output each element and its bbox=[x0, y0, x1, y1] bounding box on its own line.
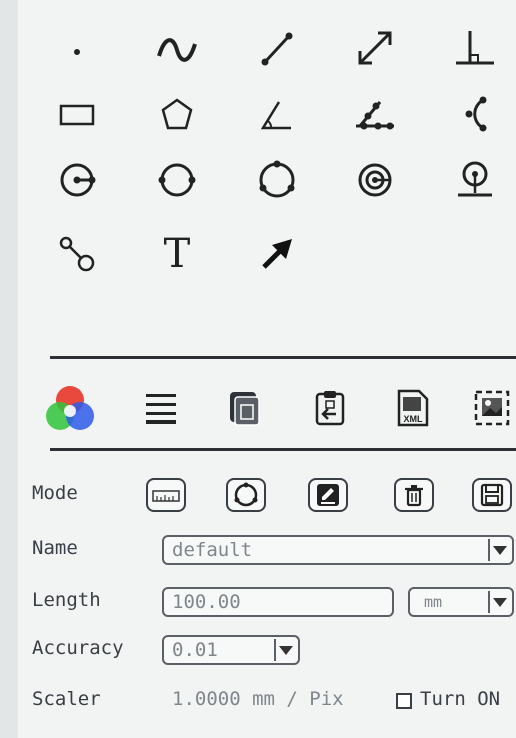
length-row: Length 100.00 mm bbox=[32, 585, 516, 619]
chevron-down-icon[interactable] bbox=[274, 639, 296, 661]
ruler-mode-button[interactable] bbox=[146, 478, 186, 512]
color-wheel-icon[interactable] bbox=[40, 378, 100, 438]
accuracy-label: Accuracy bbox=[32, 637, 124, 659]
two-circle-distance-tool-icon[interactable] bbox=[42, 224, 112, 284]
polygon-tool-icon[interactable] bbox=[142, 84, 212, 144]
concentric-circle-tool-icon[interactable] bbox=[340, 150, 410, 210]
multi-point-angle-tool-icon[interactable] bbox=[340, 84, 410, 144]
floppy-disk-icon bbox=[480, 483, 504, 507]
scaler-row: Scaler 1.0000 mm / Pix Turn ON bbox=[32, 684, 516, 718]
arrow-tool-icon[interactable] bbox=[242, 224, 312, 284]
accuracy-row: Accuracy 0.01 bbox=[32, 633, 516, 667]
circle-points-icon bbox=[234, 482, 258, 507]
paste-icon[interactable] bbox=[300, 378, 360, 438]
export-xml-icon[interactable]: XML bbox=[382, 378, 442, 438]
dimension-line-tool-icon[interactable] bbox=[340, 18, 410, 78]
mode-label: Mode bbox=[32, 482, 78, 504]
text-tool-icon[interactable]: T bbox=[142, 224, 212, 284]
trash-icon bbox=[405, 485, 423, 507]
circle-center-radius-tool-icon[interactable] bbox=[42, 150, 112, 210]
toolbar-top-divider bbox=[50, 356, 516, 359]
svg-text:XML: XML bbox=[404, 414, 424, 424]
name-label: Name bbox=[32, 537, 78, 559]
edit-mode-button[interactable] bbox=[308, 478, 348, 512]
perpendicular-tool-icon[interactable] bbox=[440, 18, 510, 78]
name-row: Name default bbox=[32, 533, 516, 567]
rectangle-tool-icon[interactable] bbox=[42, 84, 112, 144]
accuracy-value: 0.01 bbox=[172, 639, 218, 661]
line-tool-icon[interactable] bbox=[242, 18, 312, 78]
length-value: 100.00 bbox=[172, 591, 241, 613]
arc-tool-icon[interactable] bbox=[440, 84, 510, 144]
length-input[interactable]: 100.00 bbox=[162, 587, 394, 617]
action-toolbar: XML bbox=[30, 370, 516, 442]
chevron-down-icon[interactable] bbox=[488, 539, 510, 561]
copy-to-clipboard-icon[interactable] bbox=[214, 378, 274, 438]
name-value: default bbox=[172, 539, 253, 561]
turn-on-checkbox[interactable] bbox=[396, 693, 412, 709]
curve-tool-icon[interactable] bbox=[142, 18, 212, 78]
toolbar-bottom-divider bbox=[50, 448, 516, 451]
turn-on-label[interactable]: Turn ON bbox=[420, 688, 500, 710]
point-tool-icon[interactable] bbox=[42, 18, 112, 78]
screenshot-region-icon[interactable] bbox=[462, 378, 516, 438]
length-label: Length bbox=[32, 589, 101, 611]
pencil-icon bbox=[317, 484, 339, 506]
circle-tangent-line-tool-icon[interactable] bbox=[440, 150, 510, 210]
text-tool-glyph: T bbox=[163, 231, 191, 277]
scaler-label: Scaler bbox=[32, 688, 101, 710]
circle-three-point-tool-icon[interactable] bbox=[242, 150, 312, 210]
chevron-down-icon[interactable] bbox=[488, 591, 510, 613]
length-unit-value: mm bbox=[424, 593, 443, 611]
left-edge bbox=[0, 0, 18, 738]
save-button[interactable] bbox=[472, 478, 512, 512]
length-unit-dropdown[interactable]: mm bbox=[408, 587, 514, 617]
angle-tool-icon[interactable] bbox=[242, 84, 312, 144]
scaler-value: 1.0000 mm / Pix bbox=[172, 688, 344, 710]
drawing-tools-grid: T bbox=[30, 18, 516, 318]
mode-row: Mode bbox=[32, 478, 516, 512]
name-dropdown[interactable]: default bbox=[162, 535, 514, 565]
circle-mode-button[interactable] bbox=[226, 478, 266, 512]
delete-button[interactable] bbox=[394, 478, 434, 512]
circle-diameter-tool-icon[interactable] bbox=[142, 150, 212, 210]
line-width-icon[interactable] bbox=[130, 378, 190, 438]
ruler-icon bbox=[152, 490, 180, 502]
accuracy-dropdown[interactable]: 0.01 bbox=[162, 635, 300, 665]
